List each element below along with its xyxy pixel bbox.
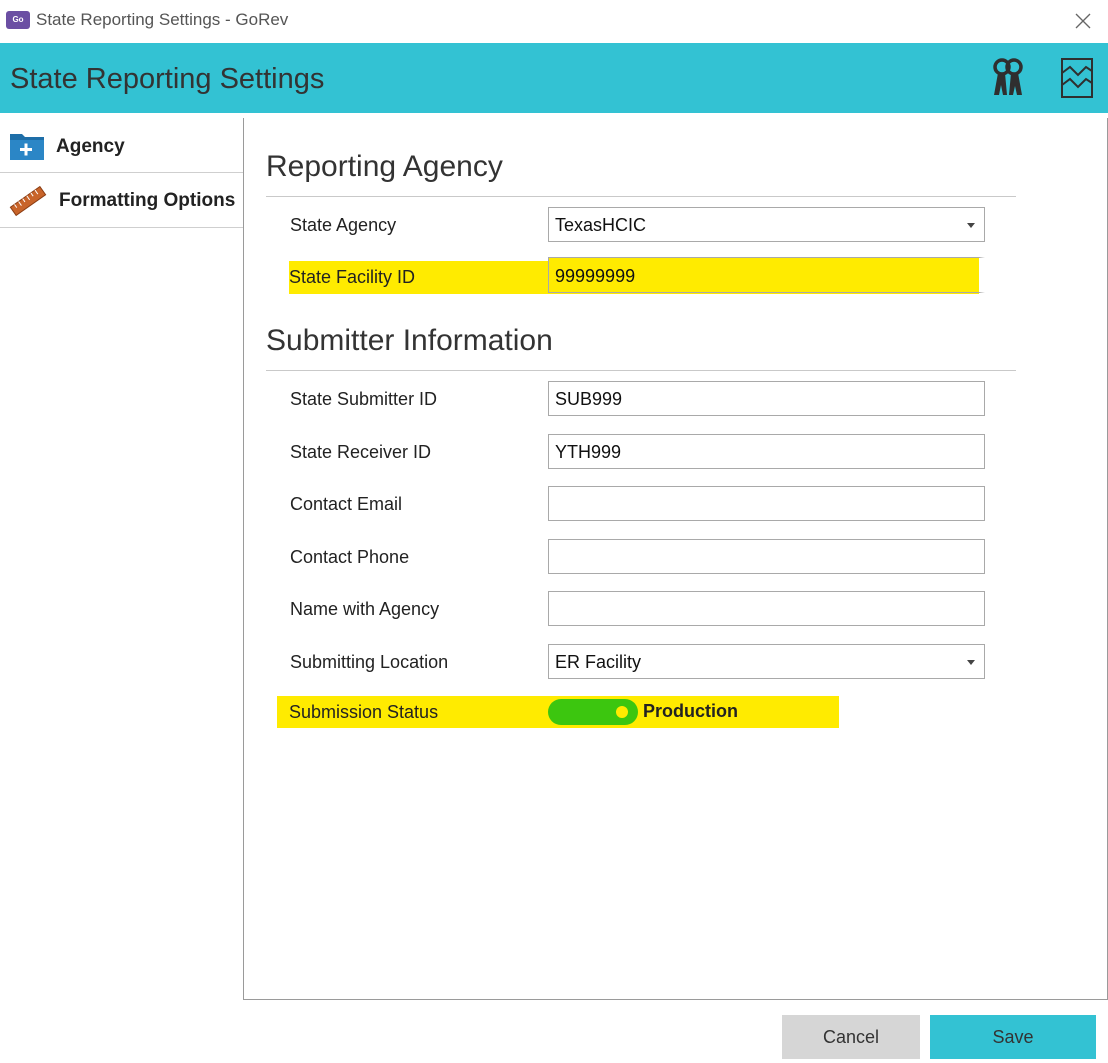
save-button[interactable]: Save — [930, 1015, 1096, 1059]
close-icon — [1075, 13, 1091, 29]
section-divider — [266, 370, 1016, 371]
settings-panel: Reporting Agency State Agency TexasHCIC … — [243, 118, 1108, 1000]
submitting-location-select[interactable]: ER Facility — [548, 644, 985, 679]
cancel-button[interactable]: Cancel — [782, 1015, 920, 1059]
state-receiver-id-label: State Receiver ID — [290, 442, 432, 462]
page-title: State Reporting Settings — [10, 63, 325, 95]
contact-phone-label: Contact Phone — [290, 547, 410, 567]
window-titlebar: Go State Reporting Settings - GoRev — [0, 0, 1108, 43]
state-submitter-id-field[interactable]: SUB999 — [548, 381, 985, 416]
name-with-agency-label: Name with Agency — [290, 599, 440, 619]
state-agency-select[interactable]: TexasHCIC — [548, 207, 985, 242]
state-receiver-id-field[interactable]: YTH999 — [548, 434, 985, 469]
section-divider — [266, 196, 1016, 197]
window-title: State Reporting Settings - GoRev — [36, 10, 289, 29]
ruler-icon — [9, 185, 47, 217]
keys-icon — [993, 58, 1023, 95]
toggle-knob — [616, 706, 628, 718]
contact-phone-field[interactable] — [548, 539, 985, 574]
submission-status-toggle[interactable] — [548, 699, 638, 725]
contact-email-field[interactable] — [548, 486, 985, 521]
state-facility-id-value: 99999999 — [555, 266, 636, 286]
folder-plus-icon — [10, 134, 44, 160]
submission-status-label: Submission Status — [289, 702, 439, 722]
state-agency-label: State Agency — [290, 215, 397, 235]
state-facility-id-field[interactable]: 99999999 — [548, 257, 985, 293]
state-submitter-id-value: SUB999 — [555, 389, 623, 409]
sidebar-item-agency[interactable]: Agency — [0, 118, 244, 173]
sidebar-item-formatting-options[interactable]: Formatting Options — [0, 173, 244, 228]
section-title-submitter-information: Submitter Information — [266, 324, 553, 357]
sidebar-item-label: Formatting Options — [59, 190, 236, 211]
sidebar: Agency Formatting Options — [0, 118, 244, 228]
state-submitter-id-label: State Submitter ID — [290, 389, 438, 409]
submission-status-highlight: Submission Status Production — [277, 696, 839, 728]
name-with-agency-field[interactable] — [548, 591, 985, 626]
submitting-location-label: Submitting Location — [290, 652, 449, 672]
submission-status-value: Production — [643, 701, 738, 721]
submitting-location-value: ER Facility — [555, 652, 642, 672]
keys-button[interactable] — [988, 55, 1028, 101]
state-receiver-id-value: YTH999 — [555, 442, 622, 462]
state-facility-id-label: State Facility ID — [289, 267, 416, 287]
app-header: State Reporting Settings — [0, 43, 1108, 113]
contact-email-label: Contact Email — [290, 494, 403, 514]
app-logo-icon: Go — [6, 11, 30, 29]
section-title-reporting-agency: Reporting Agency — [266, 150, 503, 183]
state-agency-value: TexasHCIC — [555, 215, 647, 235]
close-button[interactable] — [1068, 6, 1098, 36]
chart-icon — [1061, 58, 1093, 98]
report-button[interactable] — [1058, 55, 1096, 101]
sidebar-item-label: Agency — [56, 136, 125, 157]
